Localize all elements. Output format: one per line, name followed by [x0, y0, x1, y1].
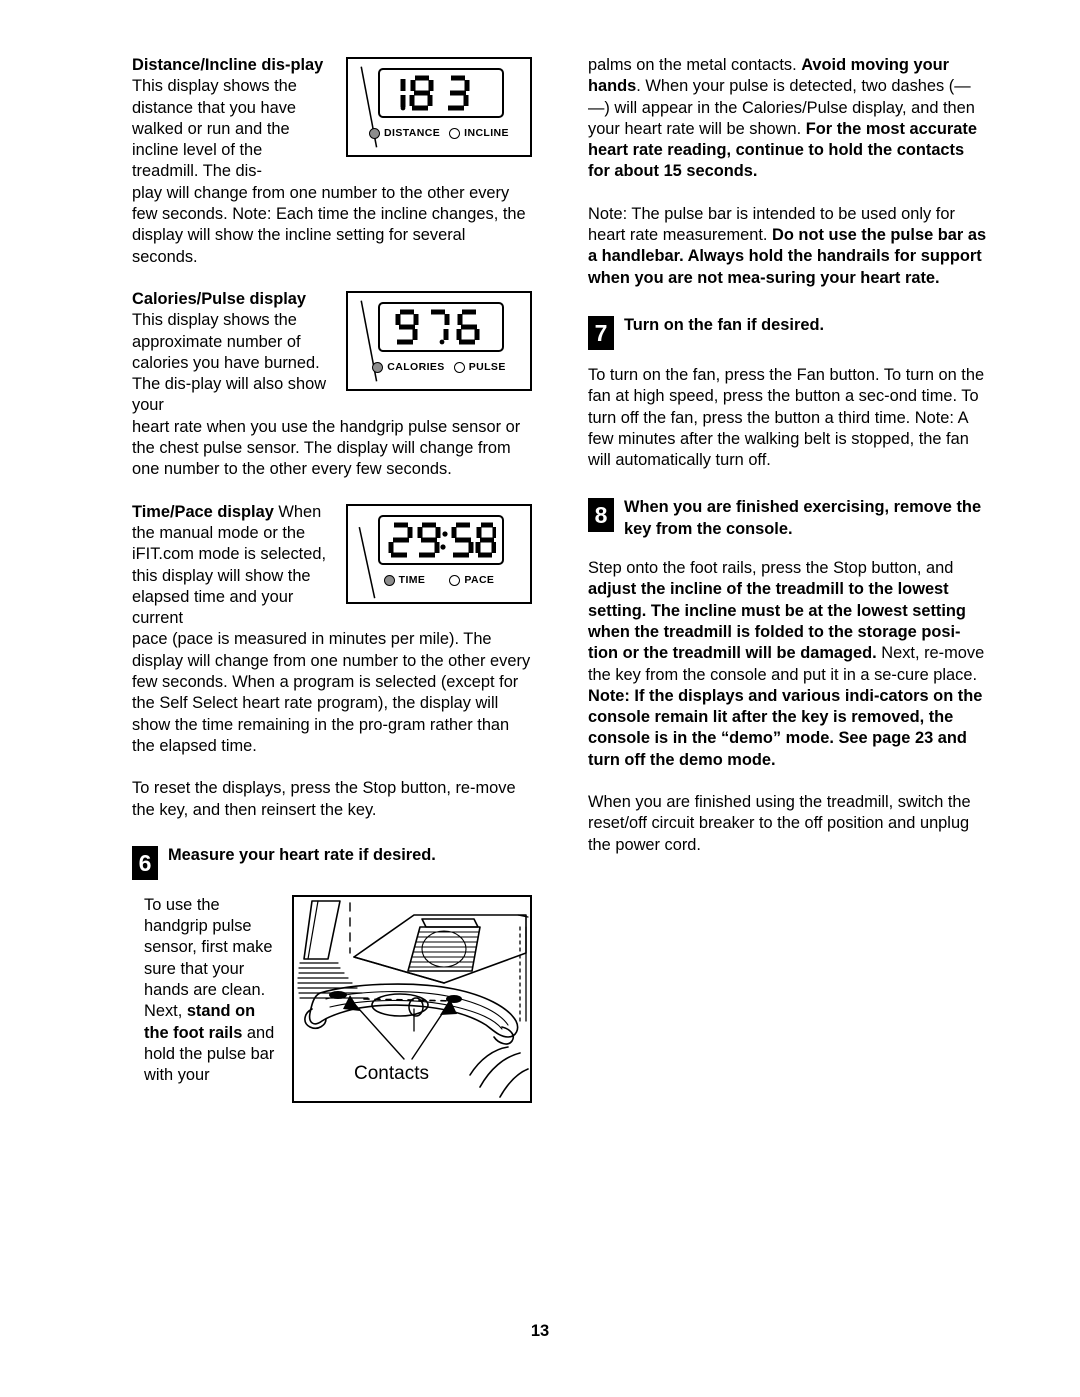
- calories-indicator: CALORIES: [372, 357, 444, 378]
- pulse-indicator: PULSE: [453, 357, 506, 378]
- time-pace-display-panel: TIME PACE: [346, 503, 532, 604]
- distance-incline-lcd: [378, 68, 504, 118]
- pulse-label: PULSE: [468, 360, 506, 373]
- calories-pulse-heading: Calories/Pulse display: [132, 289, 306, 308]
- distance-incline-indicators: DISTANCE INCLINE: [348, 123, 530, 144]
- calories-pulse-indicators: CALORIES PULSE: [348, 357, 530, 378]
- step-6-number: 6: [132, 845, 158, 880]
- seven-segment-97-6: [395, 309, 480, 345]
- incline-indicator: INCLINE: [449, 123, 509, 144]
- distance-led-icon: [369, 128, 381, 140]
- incline-label: INCLINE: [464, 127, 509, 139]
- time-pace-body-rest: pace (pace is measured in minutes per mi…: [132, 630, 531, 755]
- seven-segment-29-58: [388, 522, 496, 558]
- distance-incline-body-first: This display shows the distance that you…: [132, 77, 297, 181]
- step-8: 8 When you are finished exercising, remo…: [588, 497, 988, 540]
- manual-page: DISTANCE INCLINE Distance/Incline dis-pl…: [0, 0, 1080, 1397]
- step-7-body: To turn on the fan, press the Fan button…: [588, 365, 985, 470]
- pace-led-icon: [449, 574, 461, 586]
- time-led-icon: [383, 574, 395, 586]
- step-8-closing: When you are finished using the treadmil…: [588, 793, 971, 854]
- contacts-label-text: Contacts: [354, 1063, 429, 1084]
- distance-incline-heading: Distance/Incline dis-play: [132, 56, 324, 74]
- calories-label: CALORIES: [387, 360, 445, 373]
- calories-pulse-display-panel: CALORIES PULSE: [346, 290, 532, 391]
- incline-led-icon: [449, 128, 461, 140]
- pace-indicator: PACE: [449, 570, 494, 591]
- reset-displays-note: To reset the displays, press the Stop bu…: [132, 779, 516, 819]
- step-8-number: 8: [588, 498, 614, 533]
- calories-pulse-body-first: This display shows the approximate numbe…: [132, 311, 327, 415]
- calories-pulse-lcd: [378, 301, 504, 352]
- calories-pulse-figure: CALORIES PULSE: [346, 290, 532, 391]
- step-7: 7 Turn on the fan if desired.: [588, 315, 988, 350]
- left-column: DISTANCE INCLINE Distance/Incline dis-pl…: [132, 55, 532, 1109]
- seven-segment-1-83: [400, 75, 470, 111]
- time-pace-figure: TIME PACE: [346, 503, 532, 604]
- calories-pulse-body-rest: heart rate when you use the handgrip pul…: [132, 417, 521, 479]
- step-7-heading: Turn on the fan if desired.: [624, 315, 825, 334]
- pulse-led-icon: [453, 362, 465, 374]
- distance-incline-figure: DISTANCE INCLINE: [346, 57, 532, 157]
- time-indicator: TIME: [383, 570, 426, 591]
- time-pace-lcd: [378, 514, 504, 565]
- distance-indicator: DISTANCE: [369, 123, 440, 144]
- step-6: 6 Measure your heart rate if desired.: [132, 845, 532, 880]
- page-number: 13: [530, 1322, 550, 1340]
- pulse-cont-part1: palms on the metal contacts.: [588, 56, 802, 74]
- step-8-bold2: Note: If the displays and various indi-c…: [588, 686, 983, 769]
- calories-led-icon: [372, 362, 384, 374]
- distance-incline-body-rest: play will change from one number to the …: [132, 183, 526, 266]
- step-8-part1: Step onto the foot rails, press the Stop…: [588, 559, 954, 578]
- step-6-heading: Measure your heart rate if desired.: [168, 845, 436, 864]
- right-column: palms on the metal contacts. Avoid movin…: [588, 55, 988, 856]
- step-6-body: To use the handgrip pulse sensor, first …: [144, 895, 284, 1087]
- contacts-figure: Contacts: [292, 894, 532, 1103]
- distance-label: DISTANCE: [384, 127, 441, 139]
- pulse-bar-illustration: Contacts: [297, 899, 529, 1098]
- step-8-body: Step onto the foot rails, press the Stop…: [588, 558, 988, 771]
- time-pace-heading: Time/Pace display: [132, 502, 274, 521]
- time-pace-body-first: When the manual mode or the iFIT.com mod…: [132, 502, 327, 628]
- pulse-continued-paragraph: palms on the metal contacts. Avoid movin…: [588, 55, 988, 183]
- time-label: TIME: [398, 573, 426, 586]
- pulse-note-paragraph: Note: The pulse bar is intended to be us…: [588, 204, 988, 289]
- step-6-content: Contacts To use the handgrip pulse senso…: [132, 894, 532, 1109]
- pace-label: PACE: [464, 573, 495, 586]
- step-8-heading: When you are finished exercising, remove…: [624, 498, 982, 538]
- distance-incline-display-panel: DISTANCE INCLINE: [346, 57, 532, 157]
- step-7-number: 7: [588, 315, 614, 350]
- time-pace-indicators: TIME PACE: [348, 570, 530, 591]
